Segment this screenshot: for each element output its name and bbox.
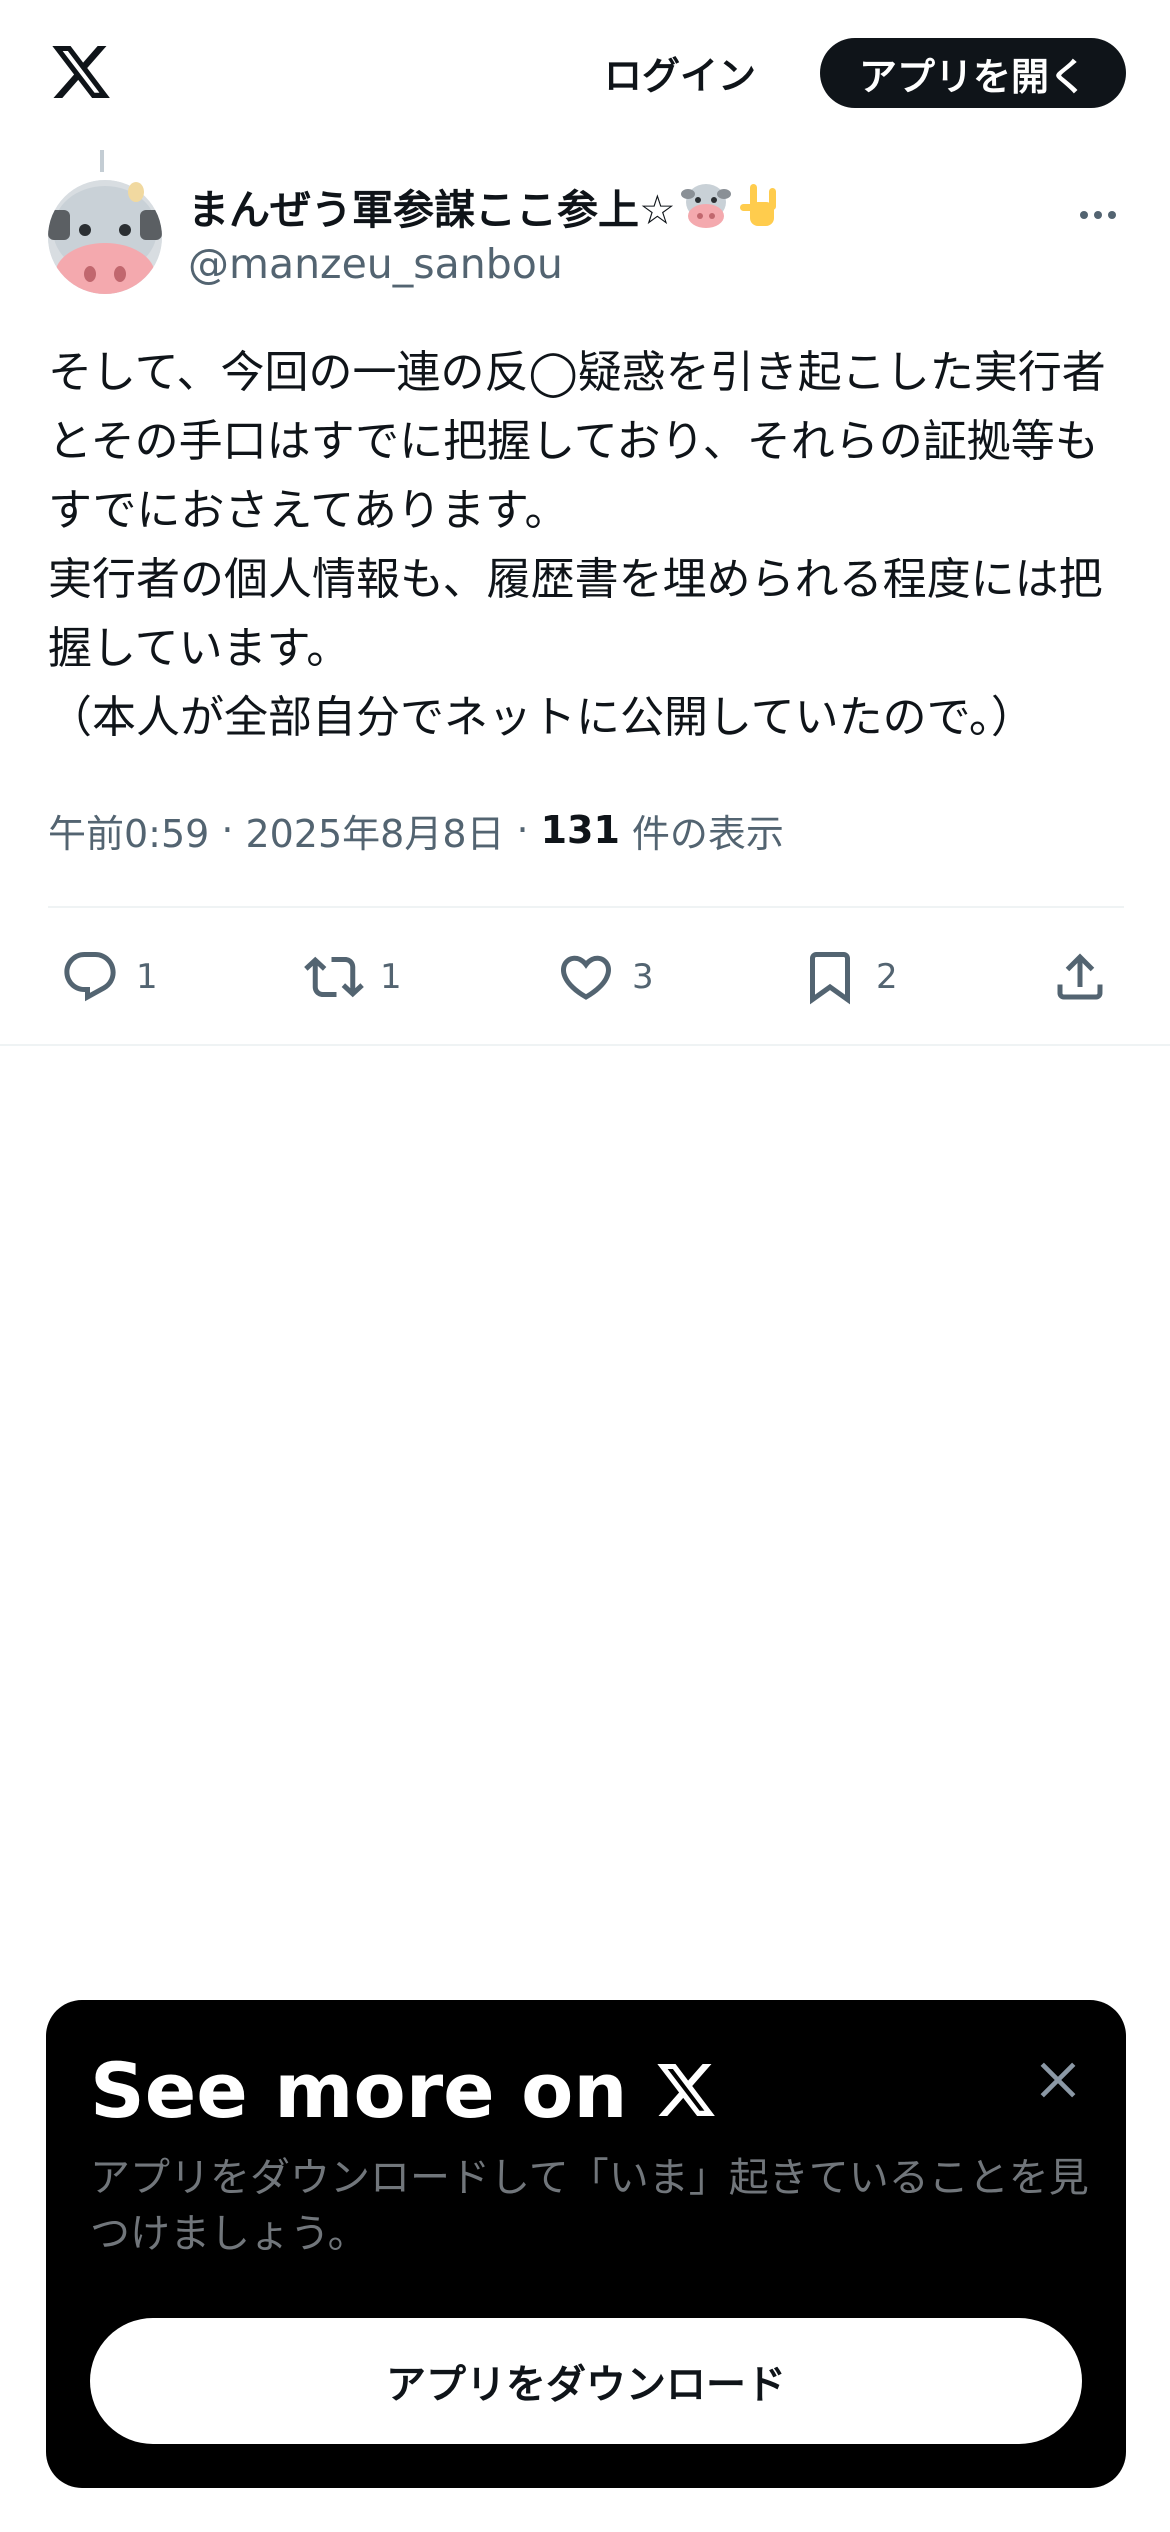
app-promo-sheet: See more on アプリをダウンロードして「いま」起きていることを見つけま… (46, 2000, 1126, 2488)
love-you-gesture-icon (739, 184, 776, 226)
reply-button[interactable]: 1 (60, 940, 158, 1014)
like-button[interactable]: 3 (556, 940, 654, 1014)
tweet-meta: 午前0:59 · 2025年8月8日 · 131 件の表示 (48, 800, 784, 860)
tweet-time[interactable]: 午前0:59 (48, 803, 209, 858)
bookmark-icon (810, 952, 850, 1005)
cow-face-icon (680, 184, 731, 228)
promo-title-text: See more on (90, 2045, 628, 2135)
author-display-name[interactable]: まんぜう軍参謀ここ参上☆ (188, 176, 788, 236)
reply-count: 1 (136, 957, 158, 997)
x-logo-icon[interactable] (48, 40, 114, 104)
views-label: 件の表示 (631, 811, 784, 856)
open-app-button[interactable]: アプリを開く (820, 38, 1126, 108)
views-count: 131 (540, 808, 620, 852)
heart-icon (560, 955, 612, 1000)
download-app-button[interactable]: アプリをダウンロード (90, 2318, 1082, 2444)
top-header: ログイン アプリを開く (0, 0, 1170, 145)
meta-separator: · (221, 808, 234, 852)
x-logo-icon (656, 2064, 715, 2116)
tweet-date[interactable]: 2025年8月8日 (245, 803, 504, 858)
bookmark-count: 2 (876, 957, 898, 997)
like-count: 3 (632, 957, 654, 997)
meta-separator: · (516, 808, 529, 852)
tweet-actions: 1 1 3 2 (0, 940, 1170, 1014)
avatar[interactable] (48, 150, 162, 300)
more-options-icon[interactable] (1070, 190, 1126, 240)
divider (0, 1044, 1170, 1046)
promo-description: アプリをダウンロードして「いま」起きていることを見つけましょう。 (90, 2155, 1089, 2257)
retweet-count: 1 (380, 957, 402, 997)
share-button[interactable] (1050, 940, 1110, 1014)
tweet-text: そして、今回の一連の反◯疑惑を引き起こした実行者とその手口はすでに把握しており、… (48, 347, 1106, 743)
page: ログイン アプリを開く まんぜう軍参謀ここ参上☆ @manzeu_sanbou … (0, 0, 1170, 2532)
divider (48, 906, 1124, 908)
cow-avatar (48, 150, 162, 294)
author-name-text: まんぜう軍参謀ここ参上☆ (188, 186, 676, 234)
retweet-icon (304, 956, 364, 998)
share-icon (1057, 953, 1103, 1000)
promo-title: See more on (90, 2040, 718, 2140)
author-handle[interactable]: @manzeu_sanbou (188, 240, 563, 296)
login-link[interactable]: ログイン (580, 40, 780, 104)
close-icon[interactable] (1030, 2052, 1086, 2108)
reply-icon (64, 952, 116, 1002)
bookmark-button[interactable]: 2 (800, 940, 898, 1014)
retweet-button[interactable]: 1 (304, 940, 402, 1014)
